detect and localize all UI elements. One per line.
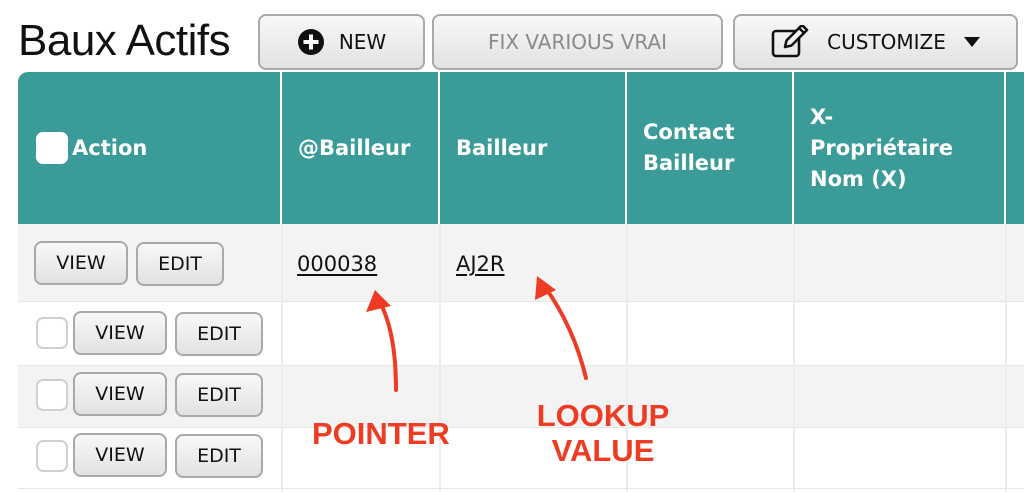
annotation-arrows bbox=[366, 276, 588, 392]
lookup-annotation-line1: LOOKUP bbox=[536, 398, 670, 433]
lookup-annotation-line2: VALUE bbox=[551, 433, 655, 468]
pointer-annotation: POINTER bbox=[312, 416, 450, 451]
pointer-arrow-icon bbox=[377, 298, 398, 392]
pointer-arrowhead-icon bbox=[366, 290, 391, 312]
lookup-value-annotation: LOOKUP VALUE bbox=[528, 398, 678, 468]
lookup-arrow-icon bbox=[543, 285, 588, 380]
